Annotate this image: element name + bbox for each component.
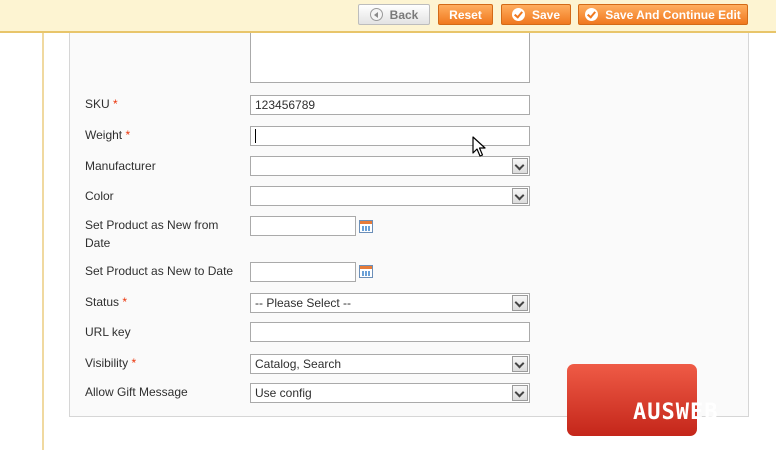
required-mark: * <box>122 295 128 309</box>
calendar-icon[interactable] <box>359 265 373 278</box>
chevron-down-icon <box>512 158 528 174</box>
manufacturer-select[interactable] <box>250 156 530 176</box>
visibility-select[interactable]: Catalog, Search <box>250 354 530 374</box>
color-label: Color <box>85 189 114 203</box>
visibility-label: Visibility * <box>85 356 137 370</box>
back-button[interactable]: Back <box>358 4 430 25</box>
back-button-label: Back <box>389 7 419 22</box>
status-label: Status * <box>85 295 128 309</box>
visibility-selected-value: Catalog, Search <box>255 357 342 371</box>
reset-button[interactable]: Reset <box>438 4 493 25</box>
status-select[interactable]: -- Please Select -- <box>250 293 530 313</box>
chevron-down-icon <box>512 295 528 311</box>
calendar-icon[interactable] <box>359 220 373 233</box>
gift-message-label: Allow Gift Message <box>85 385 188 399</box>
sku-input[interactable]: 123456789 <box>250 95 530 115</box>
weight-label: Weight * <box>85 128 131 142</box>
save-and-continue-button[interactable]: Save And Continue Edit <box>578 4 748 25</box>
back-arrow-icon <box>369 8 383 21</box>
reset-button-label: Reset <box>449 7 482 22</box>
sku-label: SKU * <box>85 97 118 111</box>
news-to-date-input[interactable] <box>250 262 356 282</box>
ausweb-logo-text: AUSWEB <box>633 400 719 425</box>
required-mark: * <box>113 97 118 111</box>
gift-message-selected-value: Use config <box>255 386 312 400</box>
check-icon <box>511 8 525 21</box>
text-caret <box>255 129 256 143</box>
gift-message-select[interactable]: Use config <box>250 383 530 403</box>
required-mark: * <box>125 128 131 142</box>
news-from-date-label: Set Product as New from Date <box>85 218 219 250</box>
check-icon <box>585 8 599 21</box>
news-from-date-input[interactable] <box>250 216 356 236</box>
weight-input[interactable] <box>250 126 530 146</box>
status-selected-value: -- Please Select -- <box>255 296 352 310</box>
content-left-border <box>42 33 44 450</box>
toolbar: Back Reset Save Save And Continue Edit <box>0 0 776 33</box>
chevron-down-icon <box>512 356 528 372</box>
url-key-input[interactable] <box>250 322 530 342</box>
url-key-label: URL key <box>85 325 131 339</box>
save-and-continue-label: Save And Continue Edit <box>605 7 741 22</box>
manufacturer-label: Manufacturer <box>85 159 156 173</box>
description-textarea[interactable] <box>250 33 530 83</box>
mouse-cursor-icon <box>472 136 486 157</box>
color-select[interactable] <box>250 186 530 206</box>
save-button-label: Save <box>531 7 561 22</box>
save-button[interactable]: Save <box>501 4 571 25</box>
news-to-date-label: Set Product as New to Date <box>85 264 234 278</box>
chevron-down-icon <box>512 385 528 401</box>
required-mark: * <box>131 356 137 370</box>
chevron-down-icon <box>512 188 528 204</box>
